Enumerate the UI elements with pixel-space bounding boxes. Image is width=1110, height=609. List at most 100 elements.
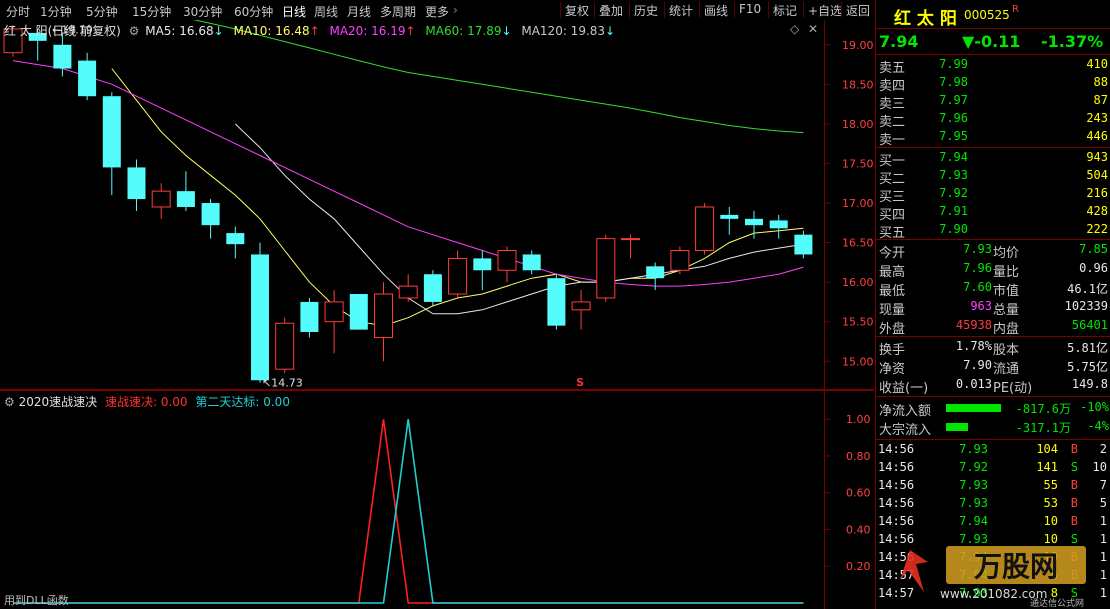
- period-tab-15min[interactable]: 15分钟: [132, 3, 171, 20]
- sell-order-row[interactable]: 卖三 7.97 87: [876, 92, 1110, 112]
- tick-volume: 55: [1043, 478, 1058, 492]
- stat-label: 总量: [993, 303, 1020, 318]
- stat-value: 46.1亿: [1067, 282, 1108, 296]
- stat-label: 均价: [993, 246, 1020, 261]
- candle-down: [53, 44, 72, 69]
- stat-value: 56401: [1071, 318, 1108, 332]
- flow-label: 净流入额: [879, 404, 932, 419]
- y-tick-label: 0.20: [846, 560, 871, 573]
- candle-down: [473, 258, 492, 271]
- order-price: 7.91: [939, 204, 968, 218]
- mark-button[interactable]: 标记: [768, 2, 797, 18]
- candle-down: [720, 214, 739, 219]
- order-volume: 446: [1086, 129, 1108, 143]
- candle-down: [522, 254, 541, 271]
- indicator-gear-icon[interactable]: ⚙: [4, 395, 15, 409]
- candle-down: [349, 294, 368, 330]
- diamond-icon[interactable]: ◇: [790, 22, 799, 36]
- stat-label: 市值: [993, 284, 1020, 299]
- fuquan-button[interactable]: 复权: [560, 2, 589, 18]
- candle-up: [151, 190, 171, 208]
- buy-order-row[interactable]: 买一 7.94 943: [876, 149, 1110, 169]
- candle-up: [448, 257, 468, 295]
- tick-time: 14:56: [878, 478, 915, 492]
- order-volume: 943: [1086, 150, 1108, 164]
- stat-label: 净资: [879, 362, 906, 377]
- candle-up: [670, 249, 690, 271]
- f10-button[interactable]: F10: [734, 2, 761, 18]
- period-tab-daily[interactable]: 日线: [282, 3, 306, 20]
- stat-value: 0.96: [1079, 261, 1108, 275]
- stat-row: 收益(一) 0.013 PE(动) 149.8: [876, 376, 1110, 396]
- period-tab-fenshi[interactable]: 分时: [6, 3, 30, 20]
- period-tab-monthly[interactable]: 月线: [347, 3, 371, 20]
- indicator-chart[interactable]: 1.00 0.80 0.60 0.40 0.20: [0, 390, 874, 609]
- arrow-up-icon: ↑: [405, 24, 416, 38]
- order-price: 7.95: [939, 129, 968, 143]
- y-tick-label: 15.50: [842, 316, 874, 329]
- candle-down: [547, 278, 566, 326]
- stat-label: 现量: [879, 303, 906, 318]
- sell-order-row[interactable]: 卖四 7.98 88: [876, 74, 1110, 94]
- candle-up: [497, 249, 517, 271]
- stat-value: 1.78%: [955, 339, 992, 353]
- capital-flow-row: 大宗流入 -317.1万 -4%: [876, 418, 1110, 438]
- buy-order-row[interactable]: 买三 7.92 216: [876, 185, 1110, 205]
- close-icon[interactable]: ✕: [808, 22, 818, 36]
- draw-line-button[interactable]: 画线: [699, 2, 728, 18]
- period-tab-60min[interactable]: 60分钟: [234, 3, 273, 20]
- tick-volume: 10: [1043, 514, 1058, 528]
- flow-amount: -817.6万: [1015, 402, 1071, 416]
- sell-order-row[interactable]: 卖二 7.96 243: [876, 110, 1110, 130]
- chart-background: [0, 20, 874, 390]
- period-tab-1min[interactable]: 1分钟: [40, 3, 72, 20]
- back-button[interactable]: 返回: [841, 2, 870, 18]
- buy-order-row[interactable]: 买四 7.91 428: [876, 203, 1110, 223]
- tick-side: B: [1070, 478, 1078, 492]
- stat-value: 7.96: [963, 261, 992, 275]
- stat-row: 净资 7.90 流通 5.75亿: [876, 357, 1110, 377]
- buy-order-row[interactable]: 买五 7.90 222: [876, 221, 1110, 241]
- order-volume: 88: [1093, 75, 1108, 89]
- period-tab-weekly[interactable]: 周线: [314, 3, 338, 20]
- indicator-name[interactable]: 2020速战速决: [19, 395, 98, 409]
- sell-order-row[interactable]: 卖一 7.95 446: [876, 128, 1110, 148]
- ma20-legend: MA20: 16.19: [329, 24, 406, 38]
- tick-volume: 141: [1036, 460, 1058, 474]
- flow-bar: [946, 423, 968, 431]
- settings-gear-icon[interactable]: ⚙: [129, 24, 140, 38]
- tick-count: 1: [1099, 514, 1107, 528]
- ma10-legend: MA10: 16.48: [233, 24, 310, 38]
- y-tick-label: 0.40: [846, 523, 871, 536]
- ma5-legend: MA5: 16.68: [145, 24, 214, 38]
- stat-value: 7.85: [1079, 242, 1108, 256]
- arrow-logo-icon: [900, 550, 928, 592]
- tick-row: 14:56 7.93 53 B 5: [876, 495, 1110, 513]
- watermark-sub: 通达信公式网: [1030, 597, 1084, 609]
- candle-down: [251, 254, 269, 381]
- tick-row: 14:56 7.94 10 B 1: [876, 513, 1110, 531]
- period-tab-5min[interactable]: 5分钟: [86, 3, 118, 20]
- period-tab-30min[interactable]: 30分钟: [183, 3, 222, 20]
- add-favorite-button[interactable]: +自选: [803, 2, 842, 18]
- candle-down: [745, 218, 763, 226]
- y-tick-label: 1.00: [846, 413, 871, 426]
- order-price: 7.94: [939, 150, 968, 164]
- candlestick-chart[interactable]: 19.00 18.50 18.00 17.50 17.00 16.50 16.00 15.50…: [0, 20, 874, 390]
- chevron-right-icon[interactable]: ›: [453, 3, 458, 17]
- period-tab-multi[interactable]: 多周期: [380, 3, 416, 20]
- stat-label: 今开: [879, 246, 906, 261]
- ma120-legend: MA120: 19.83: [521, 24, 606, 38]
- overlay-button[interactable]: 叠加: [594, 2, 623, 18]
- chart-title: 红 太 阳(日线 前复权): [4, 24, 121, 38]
- stat-value: 7.90: [963, 358, 992, 372]
- history-button[interactable]: 历史: [629, 2, 658, 18]
- stats-button[interactable]: 统计: [664, 2, 693, 18]
- stat-value: 5.81亿: [1067, 341, 1108, 355]
- flow-bar: [946, 404, 1001, 412]
- sell-order-row[interactable]: 卖五 7.99 410: [876, 56, 1110, 76]
- period-tab-more[interactable]: 更多: [425, 3, 449, 20]
- stock-flag: R: [1012, 4, 1019, 15]
- buy-order-row[interactable]: 买二 7.93 504: [876, 167, 1110, 187]
- ma60-legend: MA60: 17.89: [425, 24, 502, 38]
